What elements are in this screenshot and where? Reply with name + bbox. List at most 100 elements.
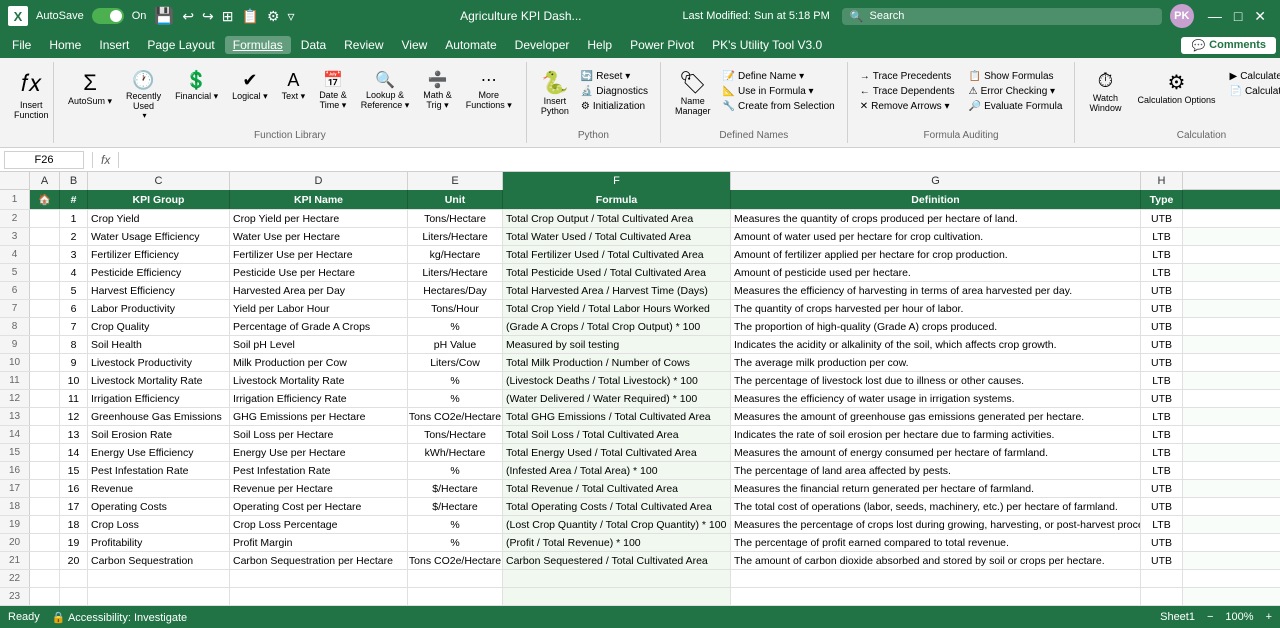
cell-7-23[interactable] [1141, 588, 1183, 605]
cell-7-20[interactable]: UTB [1141, 534, 1183, 551]
cell-6-17[interactable]: Measures the financial return generated … [731, 480, 1141, 497]
cell-6-12[interactable]: Measures the efficiency of water usage i… [731, 390, 1141, 407]
cell-3-13[interactable]: GHG Emissions per Hectare [230, 408, 408, 425]
cell-0-13[interactable] [30, 408, 60, 425]
menu-view[interactable]: View [394, 36, 436, 54]
menu-review[interactable]: Review [336, 36, 391, 54]
cell-1-23[interactable] [60, 588, 88, 605]
cell-7-15[interactable]: LTB [1141, 444, 1183, 461]
cell-0-23[interactable] [30, 588, 60, 605]
zoom-in-icon[interactable]: + [1266, 611, 1272, 623]
cell-6-23[interactable] [731, 588, 1141, 605]
cell-5-2[interactable]: Total Crop Output / Total Cultivated Are… [503, 210, 731, 227]
cell-1-2[interactable]: 1 [60, 210, 88, 227]
cell-2-22[interactable] [88, 570, 230, 587]
col-header-f[interactable]: F [503, 172, 731, 190]
cell-0-20[interactable] [30, 534, 60, 551]
cell-3-7[interactable]: Yield per Labor Hour [230, 300, 408, 317]
cell-1-21[interactable]: 20 [60, 552, 88, 569]
cell-3-11[interactable]: Livestock Mortality Rate [230, 372, 408, 389]
cell-4-9[interactable]: pH Value [408, 336, 503, 353]
use-in-formula-button[interactable]: 📐 Use in Formula ▾ [719, 85, 839, 98]
cell-5-4[interactable]: Total Fertilizer Used / Total Cultivated… [503, 246, 731, 263]
cell-2-15[interactable]: Energy Use Efficiency [88, 444, 230, 461]
more-icon[interactable]: ▿ [288, 8, 295, 25]
cell-4-18[interactable]: $/Hectare [408, 498, 503, 515]
cell-5-15[interactable]: Total Energy Used / Total Cultivated Are… [503, 444, 731, 461]
cell-0-16[interactable] [30, 462, 60, 479]
cell-0-12[interactable] [30, 390, 60, 407]
cell-7-17[interactable]: UTB [1141, 480, 1183, 497]
cell-6-9[interactable]: Indicates the acidity or alkalinity of t… [731, 336, 1141, 353]
cell-7-16[interactable]: LTB [1141, 462, 1183, 479]
cell-0-2[interactable] [30, 210, 60, 227]
search-box[interactable]: 🔍 Search [842, 8, 1162, 25]
minimize-button[interactable]: — [1202, 8, 1228, 24]
cell-0-14[interactable] [30, 426, 60, 443]
cell-g1[interactable]: Definition [731, 190, 1141, 209]
evaluate-formula-button[interactable]: 🔎 Evaluate Formula [965, 100, 1067, 113]
logical-button[interactable]: ✔ Logical ▾ [226, 66, 274, 106]
watch-window-button[interactable]: ⏱ WatchWindow [1083, 66, 1127, 117]
cell-3-21[interactable]: Carbon Sequestration per Hectare [230, 552, 408, 569]
col-header-a[interactable]: A [30, 172, 60, 190]
cell-6-3[interactable]: Amount of water used per hectare for cro… [731, 228, 1141, 245]
menu-developer[interactable]: Developer [507, 36, 578, 54]
menu-automate[interactable]: Automate [437, 36, 504, 54]
cell-4-2[interactable]: Tons/Hectare [408, 210, 503, 227]
cell-4-23[interactable] [408, 588, 503, 605]
cell-0-10[interactable] [30, 354, 60, 371]
cell-2-5[interactable]: Pesticide Efficiency [88, 264, 230, 281]
cell-3-6[interactable]: Harvested Area per Day [230, 282, 408, 299]
trace-precedents-button[interactable]: → Trace Precedents [856, 70, 959, 83]
cell-2-7[interactable]: Labor Productivity [88, 300, 230, 317]
cell-0-19[interactable] [30, 516, 60, 533]
cell-2-18[interactable]: Operating Costs [88, 498, 230, 515]
cell-1-4[interactable]: 3 [60, 246, 88, 263]
cell-f1[interactable]: Formula [503, 190, 731, 209]
menu-page-layout[interactable]: Page Layout [139, 36, 222, 54]
cell-2-20[interactable]: Profitability [88, 534, 230, 551]
name-manager-button[interactable]: 🏷 NameManager [669, 66, 717, 120]
cell-3-3[interactable]: Water Use per Hectare [230, 228, 408, 245]
cell-3-16[interactable]: Pest Infestation Rate [230, 462, 408, 479]
cell-6-19[interactable]: Measures the percentage of crops lost du… [731, 516, 1141, 533]
cell-0-8[interactable] [30, 318, 60, 335]
cell-3-2[interactable]: Crop Yield per Hectare [230, 210, 408, 227]
lookup-button[interactable]: 🔍 Lookup &Reference ▾ [355, 66, 416, 115]
define-name-button[interactable]: 📝 Define Name ▾ [719, 70, 839, 83]
cell-4-20[interactable]: % [408, 534, 503, 551]
cell-5-7[interactable]: Total Crop Yield / Total Labor Hours Wor… [503, 300, 731, 317]
cell-0-21[interactable] [30, 552, 60, 569]
cell-5-19[interactable]: (Lost Crop Quantity / Total Crop Quantit… [503, 516, 731, 533]
table-icon[interactable]: ⊞ [222, 8, 234, 25]
save-icon[interactable]: 💾 [154, 6, 174, 26]
menu-home[interactable]: Home [41, 36, 89, 54]
cell-7-19[interactable]: LTB [1141, 516, 1183, 533]
trace-dependents-button[interactable]: ← Trace Dependents [856, 85, 959, 98]
cell-6-11[interactable]: The percentage of livestock lost due to … [731, 372, 1141, 389]
cell-4-11[interactable]: % [408, 372, 503, 389]
cell-7-21[interactable]: UTB [1141, 552, 1183, 569]
cell-0-17[interactable] [30, 480, 60, 497]
sheet-tab-1[interactable]: Sheet1 [1160, 611, 1195, 623]
cell-5-22[interactable] [503, 570, 731, 587]
cell-2-9[interactable]: Soil Health [88, 336, 230, 353]
cell-2-12[interactable]: Irrigation Efficiency [88, 390, 230, 407]
cell-1-19[interactable]: 18 [60, 516, 88, 533]
cell-0-7[interactable] [30, 300, 60, 317]
autosave-toggle[interactable] [92, 8, 124, 24]
cell-2-23[interactable] [88, 588, 230, 605]
cell-5-12[interactable]: (Water Delivered / Water Required) * 100 [503, 390, 731, 407]
cell-5-17[interactable]: Total Revenue / Total Cultivated Area [503, 480, 731, 497]
cell-1-15[interactable]: 14 [60, 444, 88, 461]
col-header-d[interactable]: D [230, 172, 408, 190]
cell-5-10[interactable]: Total Milk Production / Number of Cows [503, 354, 731, 371]
menu-data[interactable]: Data [293, 36, 334, 54]
insert-function-button[interactable]: 𝑓𝑥 InsertFunction [8, 66, 55, 124]
cell-3-4[interactable]: Fertilizer Use per Hectare [230, 246, 408, 263]
cell-0-4[interactable] [30, 246, 60, 263]
cell-2-19[interactable]: Crop Loss [88, 516, 230, 533]
cell-3-20[interactable]: Profit Margin [230, 534, 408, 551]
cell-2-21[interactable]: Carbon Sequestration [88, 552, 230, 569]
